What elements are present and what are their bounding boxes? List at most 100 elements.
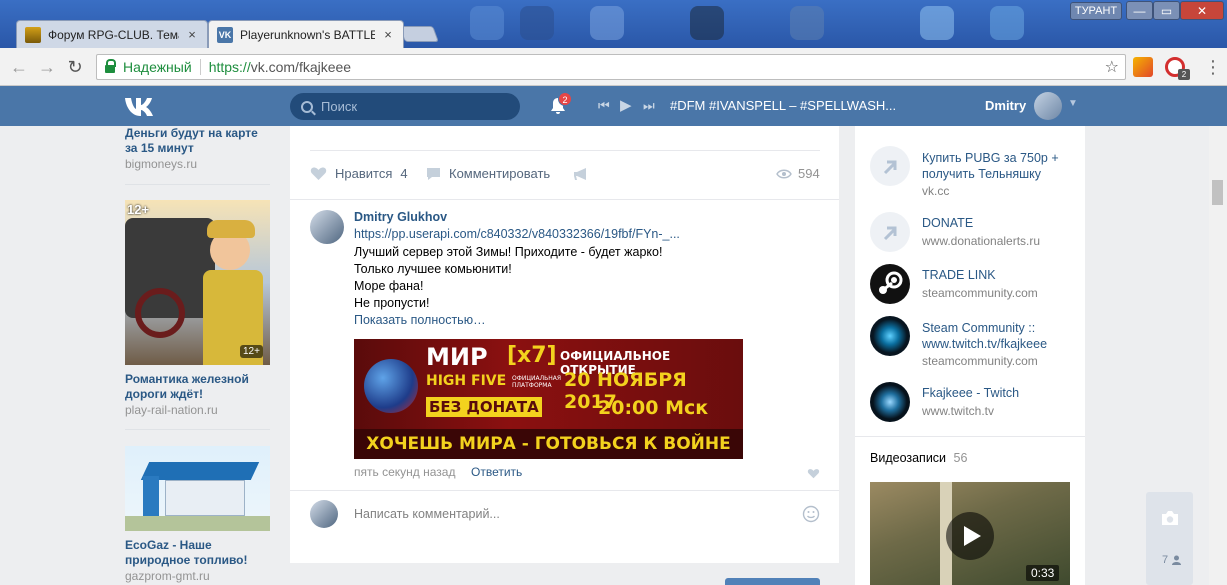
comment-icon [427, 167, 440, 180]
play-icon[interactable]: ▶ [620, 96, 632, 114]
search-input[interactable]: Поиск [290, 93, 520, 120]
divider [290, 490, 839, 491]
back-icon[interactable]: ← [8, 56, 30, 78]
views-counter: 594 [776, 166, 820, 181]
now-playing-track[interactable]: #DFM #IVANSPELL – #SPELLWASH... [670, 98, 896, 113]
maximize-button[interactable]: ▭ [1153, 1, 1180, 20]
comment-author[interactable]: Dmitry Glukhov [354, 210, 447, 224]
bookmark-star-icon[interactable]: ☆ [1105, 57, 1119, 77]
share-megaphone-icon[interactable] [573, 167, 589, 181]
comment-line: Не пропусти! [354, 296, 430, 310]
comment-line: Только лучшее комьюнити! [354, 262, 512, 276]
my-avatar [310, 500, 338, 528]
write-comment-input[interactable]: Написать комментарий... [354, 507, 500, 521]
scrollbar-thumb[interactable] [1212, 180, 1223, 205]
submit-button[interactable] [725, 578, 820, 585]
ad-item[interactable]: EcoGaz - Наше природное топливо! gazprom… [125, 538, 270, 584]
divider [310, 150, 820, 151]
comment-line: Море фана! [354, 279, 424, 293]
reply-link[interactable]: Ответить [471, 465, 522, 479]
videos-count: 56 [953, 451, 968, 465]
link-arrow-icon [870, 212, 910, 252]
age-badge: 12+ [127, 202, 150, 217]
eye-icon [870, 382, 910, 422]
new-tab-button[interactable] [399, 26, 439, 42]
desktop-icon [790, 6, 824, 40]
link-domain: www.donationalerts.ru [922, 234, 1041, 248]
next-track-icon[interactable]: ⏭ [643, 98, 655, 114]
link-title[interactable]: TRADE LINK [922, 268, 996, 282]
vk-favicon-icon: VK [217, 26, 233, 43]
comment-link[interactable]: https://pp.userapi.com/c840332/v84033236… [354, 227, 824, 241]
right-links-column: Купить PUBG за 750р + получить Тельняшку… [855, 126, 1085, 585]
minimize-button[interactable]: — [1126, 1, 1153, 20]
conductor-cap [207, 220, 255, 238]
vk-logo-icon[interactable] [124, 95, 158, 117]
steam-icon [870, 264, 910, 304]
browser-menu-icon[interactable]: ⋮ [1204, 54, 1222, 80]
comment-avatar[interactable] [310, 210, 344, 244]
video-duration: 0:33 [1026, 565, 1060, 581]
link-title[interactable]: Fkajkeee - Twitch [922, 386, 1019, 400]
ad-title[interactable]: Романтика железной дороги ждёт! [125, 372, 270, 402]
notifications-badge: 2 [558, 92, 572, 106]
profile-chip[interactable]: ТУРАНТ [1070, 2, 1122, 20]
video-thumbnail[interactable]: 0:33 [870, 482, 1070, 585]
tab-rpg-club[interactable]: Форум RPG-CLUB. Тема × [16, 20, 208, 48]
ad-item[interactable]: Деньги будут на карте за 15 минут bigmon… [125, 126, 270, 172]
banner-slogan: ХОЧЕШЬ МИРА - ГОТОВЬСЯ К ВОЙНЕ [354, 429, 743, 459]
chevron-down-icon[interactable]: ▼ [1068, 98, 1078, 109]
comment-banner-image[interactable]: МИР [x7] HIGH FIVE ОФИЦИАЛЬНАЯ ПЛАТФОРМА… [354, 339, 743, 459]
user-name[interactable]: Dmitry [985, 98, 1026, 113]
ad-item[interactable]: Романтика железной дороги ждёт! play-rai… [125, 372, 270, 418]
ground-strip [125, 516, 270, 531]
ad-title[interactable]: Деньги будут на карте за 15 минут [125, 126, 270, 156]
forward-icon[interactable]: → [36, 56, 58, 78]
secure-label: Надежный [123, 59, 192, 75]
rpg-club-favicon-icon [25, 26, 41, 43]
photo-widget-count: 7 [1162, 554, 1169, 566]
person-icon [1172, 555, 1181, 565]
station-building [165, 480, 245, 516]
tab-close-icon[interactable]: × [185, 27, 199, 42]
divider [125, 429, 270, 430]
comment-like-heart-icon[interactable] [807, 468, 820, 479]
like-count: 4 [400, 166, 408, 181]
emoji-smile-icon[interactable] [802, 505, 820, 523]
extension-badge: 2 [1178, 69, 1190, 80]
link-title[interactable]: DONATE [922, 216, 973, 230]
extension-icon[interactable] [1133, 57, 1153, 77]
globe-logo-icon [364, 359, 418, 413]
reload-icon[interactable]: ↻ [64, 56, 86, 78]
show-more-link[interactable]: Показать полностью… [354, 313, 486, 327]
videos-label: Видеозаписи [870, 451, 947, 465]
video-play-icon [964, 526, 981, 546]
ad-title[interactable]: EcoGaz - Наше природное топливо! [125, 538, 270, 568]
left-ads-column: Деньги будут на карте за 15 минут bigmon… [125, 126, 270, 585]
link-title[interactable]: Купить PUBG за 750р + получить Тельняшку [922, 150, 1072, 182]
banner-tag: [x7] [507, 343, 557, 368]
wheel-shape [135, 288, 185, 338]
user-avatar[interactable] [1034, 92, 1062, 120]
views-count: 594 [798, 166, 820, 181]
lock-icon [105, 59, 116, 73]
divider [290, 199, 839, 200]
close-window-button[interactable]: ✕ [1180, 1, 1224, 20]
ad-image-rail-nation[interactable]: 12+ 12+ [125, 200, 270, 365]
ad-image-ecogaz[interactable] [125, 446, 270, 531]
comment-button[interactable]: Комментировать [426, 166, 550, 181]
like-label: Нравится [335, 166, 393, 181]
photo-upload-widget[interactable]: 7 [1146, 492, 1193, 585]
comment-time[interactable]: пять секунд назад [354, 465, 455, 479]
comment-text: Лучший сервер этой Зимы! Приходите - буд… [354, 244, 662, 312]
link-title[interactable]: Steam Community :: www.twitch.tv/fkajkee… [922, 320, 1072, 352]
tab-close-icon[interactable]: × [381, 27, 395, 42]
address-bar[interactable]: Надежный https:// vk.com/fkajkeee ☆ [96, 54, 1126, 80]
tab-playerunknown[interactable]: VK Playerunknown's BATTLE × [208, 20, 404, 48]
comment-label: Комментировать [449, 166, 551, 181]
videos-header[interactable]: Видеозаписи 56 [870, 451, 967, 465]
banner-no-donate: БЕЗ ДОНАТА [426, 397, 542, 417]
previous-track-icon[interactable]: ⏮ [598, 98, 610, 114]
like-button[interactable]: Нравится 4 [310, 166, 408, 181]
tab-title: Playerunknown's BATTLE [240, 27, 375, 42]
